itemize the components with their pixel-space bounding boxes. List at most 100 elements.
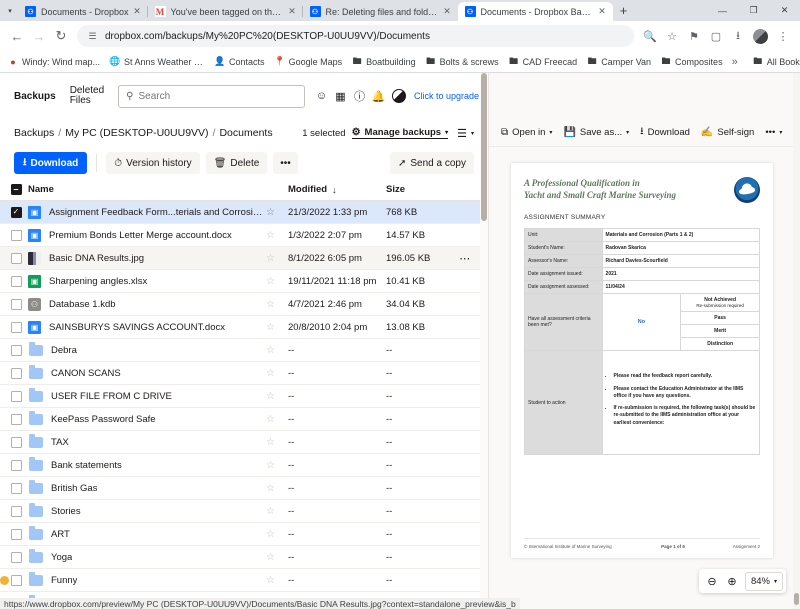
row-checkbox-cell[interactable] (4, 391, 28, 402)
table-row[interactable]: ✓▣Assignment Feedback Form...terials and… (0, 201, 488, 224)
row-star-icon[interactable]: ☆ (266, 299, 288, 310)
table-row[interactable]: KeePass Password Safe☆---- (0, 408, 488, 431)
row-checkbox[interactable] (11, 506, 22, 517)
row-star-icon[interactable]: ☆ (266, 575, 288, 586)
close-window-icon[interactable]: ✕ (769, 0, 800, 21)
table-row[interactable]: Yoga☆---- (0, 546, 488, 569)
row-star-icon[interactable]: ☆ (266, 276, 288, 287)
bookmark-folder-boatbuilding[interactable]: 🖿 Boatbuilding (351, 54, 416, 70)
row-name-cell[interactable]: ▣SAINSBURYS SAVINGS ACCOUNT.docx (28, 321, 266, 334)
zoom-in-icon[interactable]: ⊕ (722, 570, 742, 592)
row-name-cell[interactable]: TAX (28, 436, 266, 449)
file-list-scrollbar[interactable] (480, 73, 488, 609)
browser-tab-2[interactable]: M You've been tagged on the Dro ✕ (148, 2, 303, 21)
row-checkbox[interactable] (11, 253, 22, 264)
save-as-button[interactable]: 💾 Save as... ▾ (563, 127, 629, 138)
bookmarks-overflow-icon[interactable]: » (732, 56, 740, 68)
downloads-icon[interactable]: ⭳ (727, 25, 749, 47)
open-in-button[interactable]: ⧉ Open in ▾ (501, 127, 552, 138)
forward-icon[interactable]: → (28, 25, 50, 47)
delete-button[interactable]: 🗑 Delete (206, 152, 268, 174)
search-box[interactable]: ⚲ (118, 85, 305, 108)
table-row[interactable]: ▣Sharpening angles.xlsx☆19/11/2021 11:18… (0, 270, 488, 293)
add-member-icon[interactable]: ☺ (312, 87, 331, 106)
zoom-level-select[interactable]: 84% ▾ (745, 572, 783, 591)
row-star-icon[interactable]: ☆ (266, 506, 288, 517)
bookmark-star-icon[interactable]: ☆ (661, 25, 683, 47)
row-checkbox-cell[interactable] (4, 299, 28, 310)
row-name-cell[interactable]: Funny (28, 574, 266, 587)
row-checkbox[interactable] (11, 552, 22, 563)
maximize-icon[interactable]: ❐ (738, 0, 769, 21)
row-checkbox-cell[interactable] (4, 253, 28, 264)
bookmark-windy[interactable]: ● Windy: Wind map... (7, 57, 100, 67)
all-bookmarks-button[interactable]: 🖿 All Bookmarks (752, 54, 800, 70)
flag-icon[interactable]: ⚑ (683, 25, 705, 47)
row-star-icon[interactable]: ☆ (266, 437, 288, 448)
table-row[interactable]: USER FILE FROM C DRIVE☆---- (0, 385, 488, 408)
row-checkbox[interactable] (11, 368, 22, 379)
address-bar[interactable]: ☰ dropbox.com/backups/My%20PC%20(DESKTOP… (77, 25, 634, 47)
bookmark-contacts[interactable]: 👤 Contacts (214, 56, 265, 67)
row-name-cell[interactable]: ART (28, 528, 266, 541)
column-header-name[interactable]: Name (28, 184, 266, 195)
preview-download-button[interactable]: ⭳ Download (640, 124, 690, 141)
row-checkbox[interactable] (11, 299, 22, 310)
row-checkbox-cell[interactable]: ✓ (4, 207, 28, 218)
chrome-menu-icon[interactable]: ⋮ (772, 25, 794, 47)
preview-scroll-thumb[interactable] (794, 593, 799, 605)
more-actions-button[interactable]: ••• (273, 152, 298, 174)
table-row[interactable]: ▣SAINSBURYS SAVINGS ACCOUNT.docx☆20/8/20… (0, 316, 488, 339)
row-name-cell[interactable]: ▣Sharpening angles.xlsx (28, 275, 266, 288)
row-name-cell[interactable]: British Gas (28, 482, 266, 495)
row-checkbox[interactable] (11, 230, 22, 241)
row-overflow-menu-icon[interactable]: ⋯ (452, 252, 478, 265)
table-row[interactable]: ⚇Database 1.kdb☆4/7/2021 2:46 pm34.04 KB (0, 293, 488, 316)
new-tab-button[interactable]: + (613, 0, 635, 21)
row-checkbox[interactable] (11, 575, 22, 586)
preview-more-button[interactable]: ••• ▾ (765, 127, 782, 138)
bookmark-folder-camper-van[interactable]: 🖿 Camper Van (586, 54, 651, 70)
row-checkbox-cell[interactable] (4, 483, 28, 494)
preview-scrollbar[interactable] (793, 73, 800, 609)
row-checkbox[interactable] (11, 460, 22, 471)
apps-grid-icon[interactable]: ▦ (331, 87, 350, 106)
row-star-icon[interactable]: ☆ (266, 552, 288, 563)
table-row[interactable]: British Gas☆---- (0, 477, 488, 500)
table-row[interactable]: Basic DNA Results.jpg☆8/1/2022 6:05 pm19… (0, 247, 488, 270)
bookmark-folder-composites[interactable]: 🖿 Composites (660, 54, 723, 70)
row-star-icon[interactable]: ☆ (266, 529, 288, 540)
table-row[interactable]: Debra☆---- (0, 339, 488, 362)
row-checkbox-cell[interactable] (4, 506, 28, 517)
table-row[interactable]: TAX☆---- (0, 431, 488, 454)
select-all-checkbox-cell[interactable]: – (4, 184, 28, 195)
row-checkbox[interactable] (11, 414, 22, 425)
table-row[interactable]: Stories☆---- (0, 500, 488, 523)
column-header-modified[interactable]: Modified ↓ (288, 184, 386, 195)
table-row[interactable]: CANON SCANS☆---- (0, 362, 488, 385)
row-checkbox-cell[interactable] (4, 276, 28, 287)
row-checkbox-cell[interactable] (4, 368, 28, 379)
row-checkbox[interactable] (11, 437, 22, 448)
column-header-size[interactable]: Size (386, 184, 452, 195)
back-icon[interactable]: ← (6, 25, 28, 47)
tab-close-icon[interactable]: ✕ (286, 5, 299, 18)
row-star-icon[interactable]: ☆ (266, 345, 288, 356)
tab-search-chevron-icon[interactable]: ▾ (2, 0, 18, 21)
cast-icon[interactable]: ▢ (705, 25, 727, 47)
send-a-copy-button[interactable]: ➚ Send a copy (390, 152, 474, 174)
breadcrumb-item-my-pc[interactable]: My PC (DESKTOP-U0UU9VV) (65, 127, 208, 139)
table-row[interactable]: ▣Premium Bonds Letter Merge account.docx… (0, 224, 488, 247)
download-button[interactable]: ⭳ Download (14, 152, 87, 174)
nav-backups[interactable]: Backups (14, 91, 56, 102)
row-checkbox-cell[interactable] (4, 414, 28, 425)
table-row[interactable]: ART☆---- (0, 523, 488, 546)
row-checkbox[interactable] (11, 276, 22, 287)
zoom-icon[interactable]: 🔍 (639, 25, 661, 47)
bookmark-st-anns-weather[interactable]: 🌐 St Anns Weather On... (109, 56, 205, 67)
file-list-scroll-thumb[interactable] (481, 73, 487, 221)
row-checkbox-cell[interactable] (4, 322, 28, 333)
row-checkbox[interactable] (11, 391, 22, 402)
view-options-button[interactable]: ☰ ▾ (457, 127, 474, 140)
row-star-icon[interactable]: ☆ (266, 460, 288, 471)
